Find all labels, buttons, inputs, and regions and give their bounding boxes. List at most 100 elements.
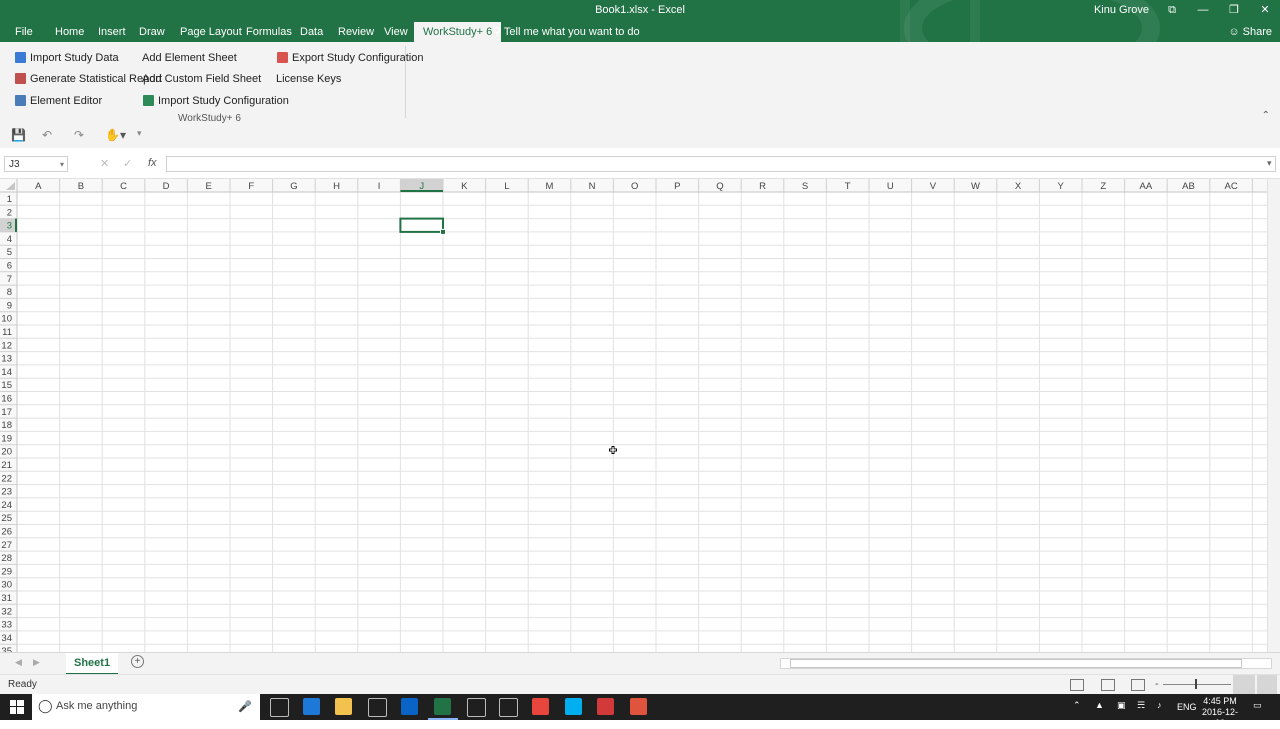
pause-icon[interactable] — [1233, 675, 1255, 695]
row-header-34[interactable]: 34 — [1, 633, 12, 644]
store-icon[interactable] — [368, 698, 387, 717]
row-header-32[interactable]: 32 — [1, 606, 12, 617]
row-header-23[interactable]: 23 — [1, 487, 12, 498]
row-header-14[interactable]: 14 — [1, 367, 12, 378]
column-header-b[interactable]: B — [78, 181, 84, 192]
row-header-20[interactable]: 20 — [1, 447, 12, 458]
tray-chevron-icon[interactable]: ⌃ — [1073, 700, 1081, 711]
horizontal-scroll-thumb[interactable] — [790, 659, 1242, 668]
column-header-aa[interactable]: AA — [1140, 181, 1153, 192]
tab-review[interactable]: Review — [332, 22, 380, 42]
taskbar-search[interactable]: ◯ Ask me anything 🎤 — [32, 694, 260, 720]
license-keys-button[interactable]: License Keys — [276, 72, 341, 86]
column-header-ab[interactable]: AB — [1182, 181, 1195, 192]
screen-icon[interactable] — [1257, 675, 1277, 695]
column-header-d[interactable]: D — [163, 181, 170, 192]
row-header-24[interactable]: 24 — [1, 500, 12, 511]
save-icon[interactable]: 💾 — [11, 128, 26, 142]
active-cell[interactable] — [399, 217, 444, 233]
tab-view[interactable]: View — [378, 22, 414, 42]
row-header-26[interactable]: 26 — [1, 527, 12, 538]
column-header-f[interactable]: F — [248, 181, 254, 192]
scroll-right-icon[interactable]: ▶ — [33, 657, 40, 668]
row-header-4[interactable]: 4 — [7, 234, 12, 245]
cancel-icon[interactable]: ✕ — [100, 157, 109, 170]
column-header-q[interactable]: Q — [716, 181, 723, 192]
row-header-19[interactable]: 19 — [1, 433, 12, 444]
row-header-9[interactable]: 9 — [7, 300, 12, 311]
row-header-15[interactable]: 15 — [1, 380, 12, 391]
row-header-6[interactable]: 6 — [7, 261, 12, 272]
row-header-28[interactable]: 28 — [1, 553, 12, 564]
tab-file[interactable]: File — [9, 22, 39, 42]
add-element-sheet-button[interactable]: Add Element Sheet — [142, 51, 237, 65]
outlook-icon[interactable] — [401, 698, 418, 715]
tab-draw[interactable]: Draw — [133, 22, 171, 42]
row-header-22[interactable]: 22 — [1, 473, 12, 484]
column-header-n[interactable]: N — [589, 181, 596, 192]
export-study-configuration-button[interactable]: Export Study Configuration — [277, 51, 423, 65]
close-button[interactable]: ✕ — [1250, 0, 1280, 20]
row-header-12[interactable]: 12 — [1, 340, 12, 351]
column-header-c[interactable]: C — [120, 181, 127, 192]
worksheet-grid[interactable]: A B C D E F G H I J K L M N O P Q R S T U V W X Y Z AA AB AC 1 2 3 4 5 6 7 8… — [0, 179, 1267, 652]
column-header-l[interactable]: L — [504, 181, 509, 192]
excel-icon[interactable] — [434, 698, 451, 715]
column-header-y[interactable]: Y — [1058, 181, 1065, 192]
column-header-g[interactable]: G — [290, 181, 297, 192]
row-header-18[interactable]: 18 — [1, 420, 12, 431]
insert-function-icon[interactable]: fx — [148, 157, 157, 169]
microphone-icon[interactable]: 🎤 — [238, 700, 252, 713]
row-header-17[interactable]: 17 — [1, 407, 12, 418]
ribbon-display-options-icon[interactable]: ⧉ — [1157, 0, 1187, 20]
element-editor-button[interactable]: Element Editor — [15, 94, 102, 108]
enter-icon[interactable]: ✓ — [123, 157, 132, 170]
row-header-16[interactable]: 16 — [1, 394, 12, 405]
sheet-tab[interactable]: Sheet1 — [66, 653, 119, 675]
restore-button[interactable]: ❐ — [1219, 0, 1249, 20]
windows-start-icon[interactable] — [10, 700, 24, 714]
fill-handle[interactable] — [440, 228, 446, 235]
share-button[interactable]: ☺ Share — [1228, 22, 1272, 42]
notification-icon[interactable]: ▭ — [1253, 700, 1262, 711]
zoom-out-icon[interactable]: - — [1155, 678, 1159, 690]
row-header-33[interactable]: 33 — [1, 620, 12, 631]
collapse-ribbon-icon[interactable]: ⌃ — [1262, 110, 1270, 121]
column-header-z[interactable]: Z — [1100, 181, 1106, 192]
normal-view-icon[interactable] — [1070, 679, 1084, 691]
column-header-a[interactable]: A — [35, 181, 42, 192]
page-layout-view-icon[interactable] — [1101, 679, 1115, 691]
tab-data[interactable]: Data — [294, 22, 329, 42]
row-header-11[interactable]: 11 — [2, 327, 12, 338]
row-header-21[interactable]: 21 — [1, 460, 12, 471]
generate-statistical-report-button[interactable]: Generate Statistical Report — [15, 72, 162, 86]
tab-home[interactable]: Home — [49, 22, 90, 42]
column-header-k[interactable]: K — [461, 181, 468, 192]
row-header-27[interactable]: 27 — [1, 540, 12, 551]
customize-qat-icon[interactable]: ▾ — [137, 128, 142, 139]
column-header-w[interactable]: W — [971, 181, 980, 192]
tab-insert[interactable]: Insert — [92, 22, 132, 42]
barcode-app-icon[interactable] — [467, 698, 486, 717]
row-header-3[interactable]: 3 — [7, 221, 12, 232]
undo-icon[interactable]: ↶ — [42, 128, 52, 142]
add-custom-field-sheet-button[interactable]: Add Custom Field Sheet — [142, 72, 261, 86]
task-view-icon[interactable] — [270, 698, 289, 717]
row-header-10[interactable]: 10 — [1, 314, 12, 325]
tab-workstudy[interactable]: WorkStudy+ 6 — [414, 22, 502, 42]
row-header-13[interactable]: 13 — [1, 354, 12, 365]
usb-icon[interactable]: ▲ — [1095, 700, 1104, 710]
column-header-s[interactable]: S — [802, 181, 808, 192]
tab-page-layout[interactable]: Page Layout — [174, 22, 248, 42]
tray-app-icon[interactable]: ▣ — [1117, 700, 1126, 711]
row-header-30[interactable]: 30 — [1, 580, 12, 591]
volume-icon[interactable]: ♪ — [1157, 700, 1162, 710]
add-sheet-icon[interactable]: + — [131, 655, 144, 668]
minimize-button[interactable]: — — [1188, 0, 1218, 20]
row-header-31[interactable]: 31 — [1, 593, 12, 604]
touch-mode-icon[interactable]: ✋▾ — [105, 128, 126, 142]
row-header-5[interactable]: 5 — [7, 247, 12, 258]
column-header-e[interactable]: E — [206, 181, 212, 192]
row-header-1[interactable]: 1 — [7, 194, 12, 205]
import-study-data-button[interactable]: Import Study Data — [15, 51, 119, 65]
